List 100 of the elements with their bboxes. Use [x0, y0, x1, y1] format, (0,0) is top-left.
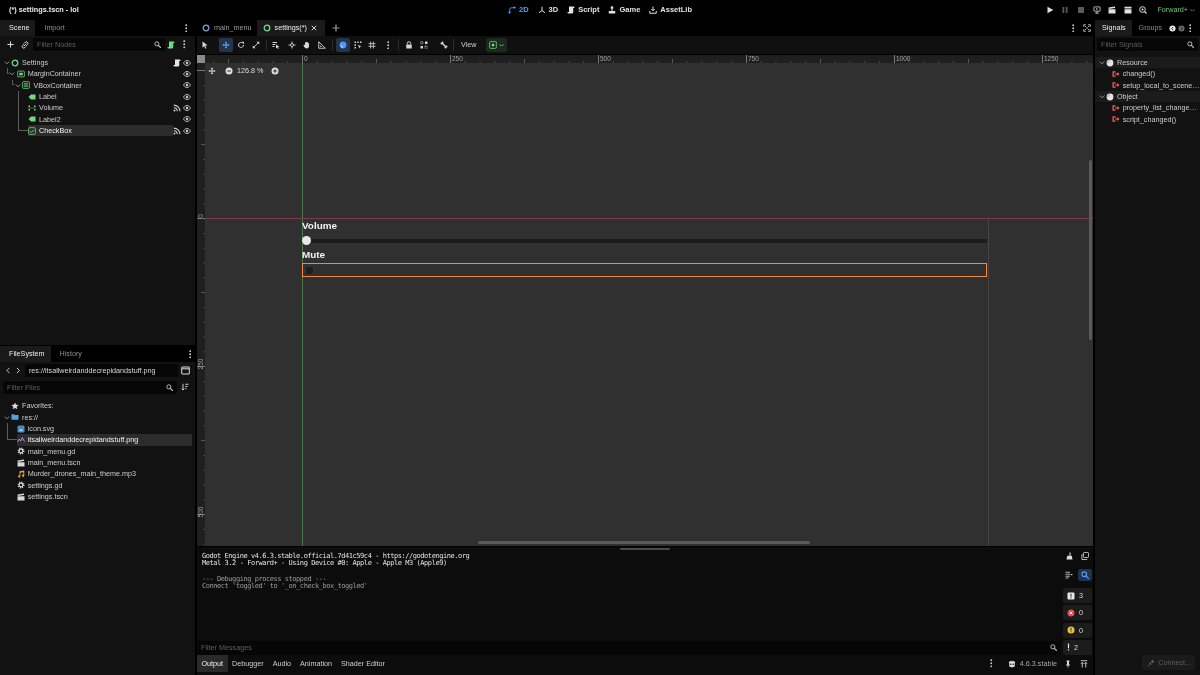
- star-icon: [11, 401, 19, 410]
- frame-dropdown-button[interactable]: [486, 38, 508, 52]
- gear-icon: [16, 481, 25, 490]
- script-icon: [567, 6, 576, 14]
- fullscreen-icon[interactable]: [1083, 24, 1091, 32]
- music-note-icon: [16, 469, 25, 478]
- pivot-icon: [288, 41, 296, 49]
- error-icon: [1067, 608, 1075, 617]
- ruler-icon: [318, 41, 326, 49]
- download-icon: [649, 6, 658, 14]
- eye-icon[interactable]: [183, 92, 191, 101]
- broom-icon[interactable]: [1065, 552, 1073, 560]
- clapper-icon[interactable]: [1123, 6, 1132, 14]
- grid-icon[interactable]: [368, 41, 376, 49]
- signal-waves-icon[interactable]: [173, 126, 181, 135]
- eye-icon[interactable]: [183, 70, 191, 78]
- ring-icon: [202, 24, 210, 32]
- sphere-icon: [339, 41, 347, 49]
- move-icon[interactable]: [208, 67, 216, 75]
- film-reel-icon[interactable]: [1139, 6, 1148, 14]
- ruler-tool-button[interactable]: [315, 38, 329, 52]
- image-file-icon: [16, 435, 25, 444]
- kebab-menu-icon[interactable]: [990, 659, 993, 668]
- scale-icon: [252, 41, 260, 49]
- curve-icon: [508, 6, 516, 14]
- search-icon: [1081, 571, 1089, 579]
- play-icon[interactable]: [1045, 6, 1054, 14]
- eye-icon[interactable]: [183, 126, 191, 135]
- group-icon[interactable]: [419, 41, 428, 49]
- ruler-corner: [197, 55, 205, 63]
- joystick-icon: [608, 6, 617, 14]
- kebab-menu-icon[interactable]: [183, 40, 186, 49]
- kebab-menu-icon[interactable]: [1188, 23, 1192, 33]
- eye-icon[interactable]: [183, 103, 191, 112]
- gear-icon: [16, 447, 25, 456]
- kebab-menu-icon[interactable]: [188, 349, 191, 359]
- grid-snap-icon: [354, 41, 362, 49]
- signal-waves-icon[interactable]: [173, 103, 181, 112]
- clapper-icon: [16, 492, 25, 501]
- axes-icon: [537, 6, 546, 14]
- zoom-out-icon[interactable]: [225, 67, 233, 75]
- robot-head-icon: [1007, 659, 1016, 668]
- clapper-icon[interactable]: [1108, 6, 1117, 14]
- collapse-panel-icon[interactable]: [1080, 659, 1088, 668]
- move-tool-button[interactable]: [219, 38, 233, 52]
- frame-icon: [489, 41, 498, 49]
- smart-snap-toggle[interactable]: [336, 38, 350, 52]
- eye-icon[interactable]: [183, 81, 191, 90]
- sphere-icon: [1106, 92, 1114, 101]
- bone-icon[interactable]: [439, 41, 448, 49]
- splitter-handle[interactable]: [620, 547, 670, 550]
- warning-icon: [1067, 626, 1075, 635]
- search-icon[interactable]: [154, 41, 161, 48]
- scene-label: Mute: [302, 248, 326, 262]
- move-icon: [222, 41, 230, 49]
- horizontal-scrollbar[interactable]: [478, 541, 810, 544]
- ring-icon: [11, 58, 19, 67]
- framed-square-icon: [16, 70, 25, 78]
- forward-circle-icon[interactable]: [1177, 24, 1185, 32]
- kebab-menu-icon[interactable]: [184, 23, 187, 33]
- panel-layout-icon[interactable]: [180, 366, 190, 375]
- monitor-icon[interactable]: [1092, 6, 1101, 14]
- link-icon[interactable]: [21, 40, 29, 49]
- kebab-menu-icon[interactable]: [386, 40, 390, 50]
- caret-icon: [499, 43, 505, 47]
- exclamation-box-icon: [1067, 591, 1075, 600]
- search-toggle[interactable]: [1078, 569, 1092, 581]
- script-icon[interactable]: [173, 58, 181, 67]
- cursor-icon: [201, 41, 209, 49]
- lock-icon[interactable]: [404, 41, 413, 49]
- kebab-menu-icon[interactable]: [1071, 23, 1075, 33]
- copy-icon[interactable]: [1081, 552, 1089, 560]
- lined-box-icon: [22, 81, 31, 90]
- clapper-icon: [16, 458, 25, 467]
- search-icon[interactable]: [1050, 644, 1057, 651]
- close-icon[interactable]: [310, 25, 317, 31]
- eye-icon[interactable]: [183, 58, 191, 67]
- caret-icon[interactable]: [3, 415, 10, 419]
- caret-icon[interactable]: [3, 60, 10, 65]
- search-icon[interactable]: [1187, 41, 1194, 48]
- script-icon[interactable]: [167, 40, 175, 49]
- signal-icon: [1111, 103, 1120, 112]
- caret-icon[interactable]: [1098, 94, 1105, 99]
- eye-icon[interactable]: [183, 115, 191, 124]
- back-circle-icon[interactable]: [1168, 24, 1176, 32]
- list-icon: [1065, 571, 1073, 579]
- folder-icon: [11, 413, 19, 422]
- zoom-in-icon[interactable]: [270, 67, 279, 75]
- signal-icon: [1111, 70, 1120, 78]
- ring-icon: [262, 24, 271, 32]
- caret-icon[interactable]: [1098, 60, 1105, 65]
- hand-icon: [303, 41, 311, 49]
- search-icon[interactable]: [166, 383, 173, 391]
- vertical-scrollbar[interactable]: [1089, 160, 1092, 340]
- sphere-icon: [1106, 58, 1114, 67]
- pin-icon[interactable]: [1064, 659, 1072, 668]
- caret-icon[interactable]: [9, 72, 16, 76]
- caret-icon[interactable]: [14, 83, 21, 87]
- sort-icon[interactable]: [181, 383, 189, 391]
- checkbox-icon: [28, 126, 37, 135]
